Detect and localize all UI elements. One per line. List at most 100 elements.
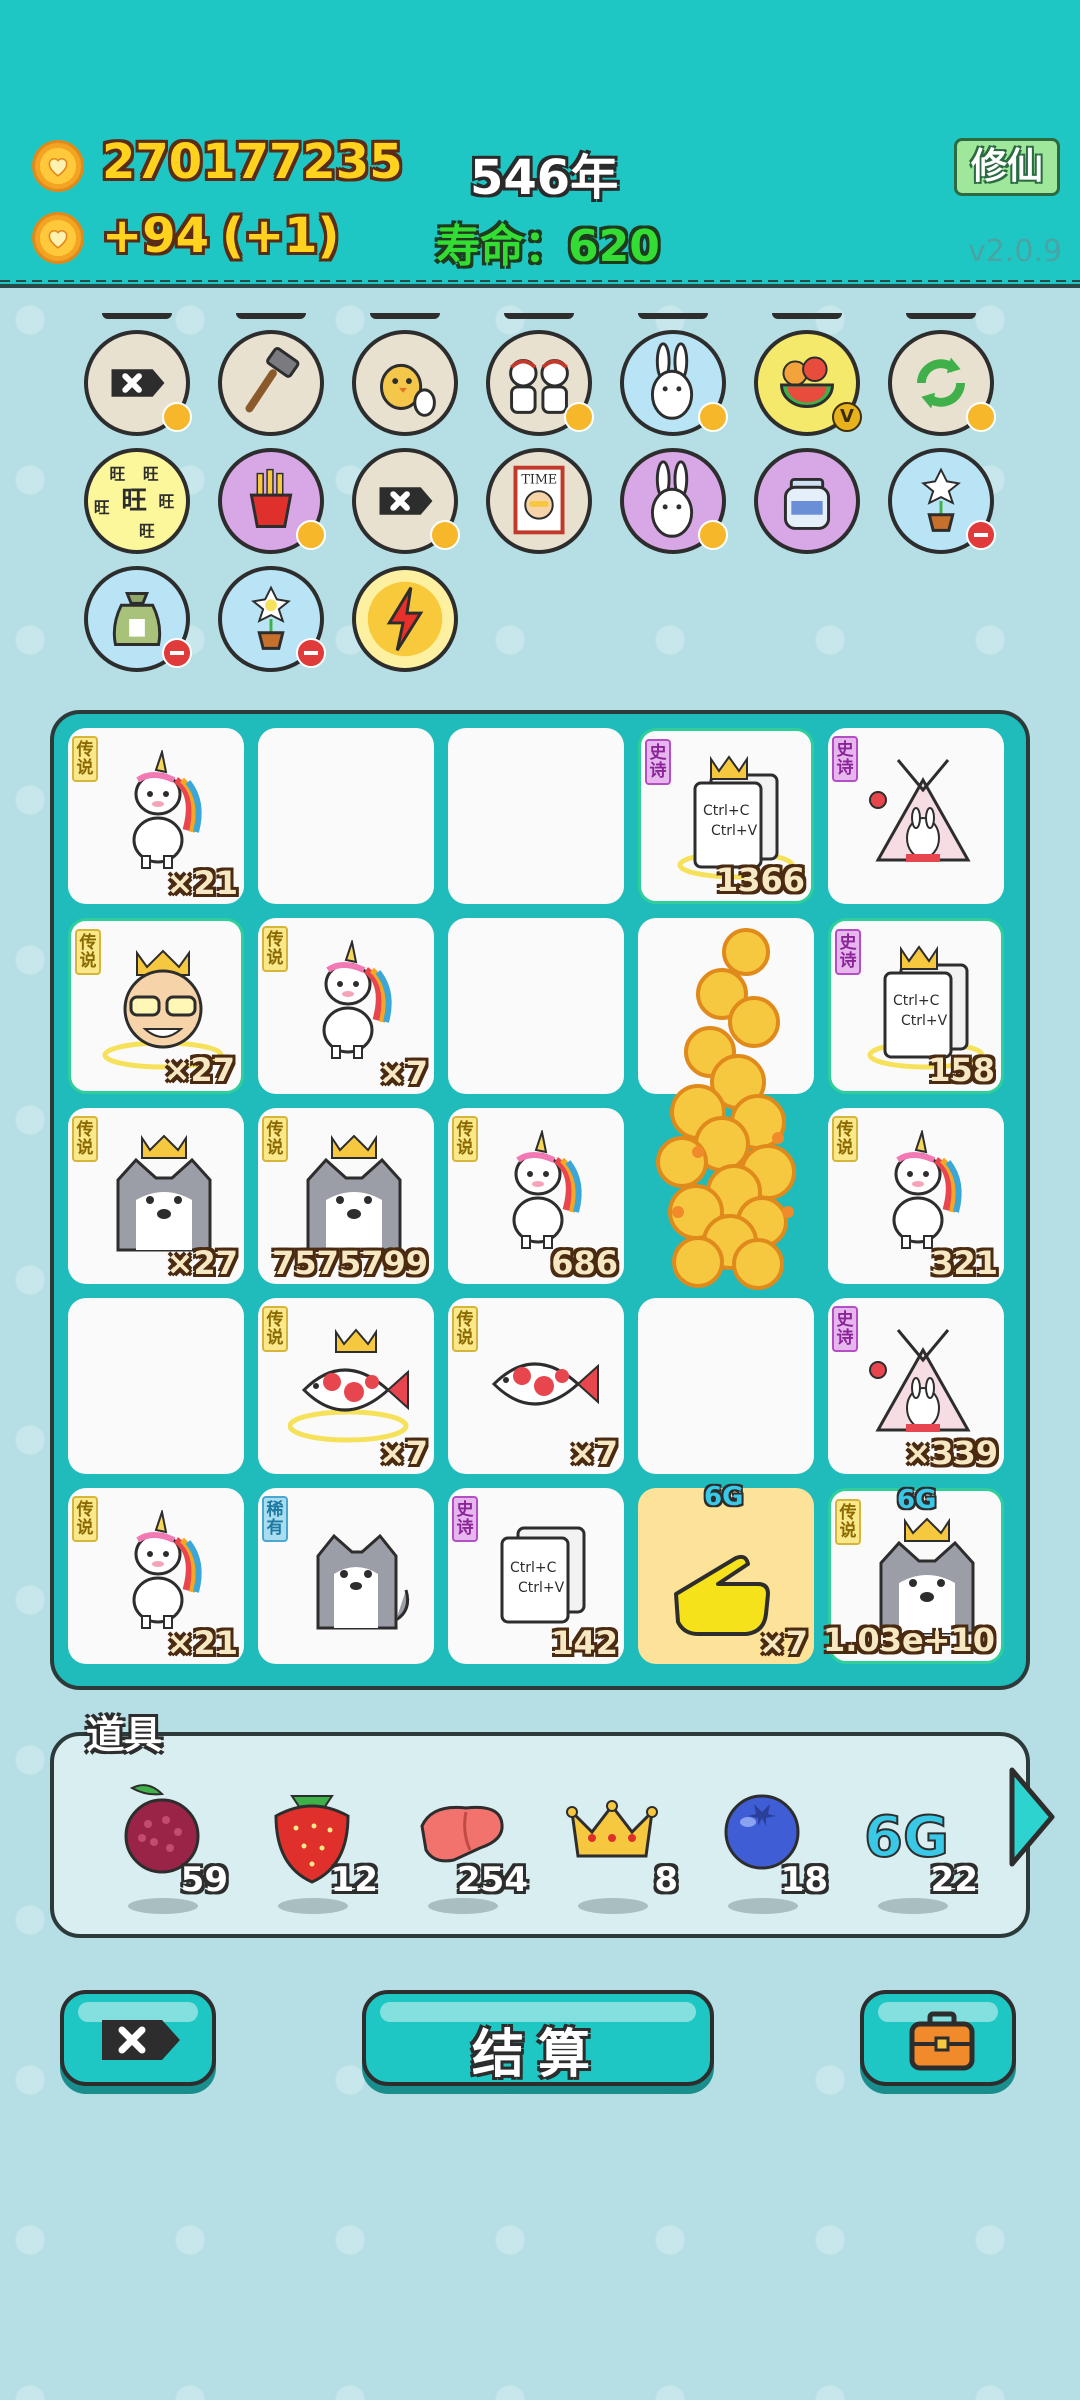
svg-text:Ctrl+C: Ctrl+C xyxy=(510,1560,557,1576)
skill-fruit-bowl[interactable]: V xyxy=(754,330,862,436)
prop-item[interactable]: 59 xyxy=(108,1756,228,1926)
board-cell[interactable]: Ctrl+C Ctrl+V 史诗 158 xyxy=(828,918,1004,1094)
skill-cross-tag[interactable] xyxy=(84,330,192,436)
board-cell[interactable]: 传说 321 xyxy=(828,1108,1004,1284)
xiuxian-button[interactable]: 修仙 xyxy=(954,138,1060,196)
header-divider xyxy=(0,280,1080,282)
wang-text-icon: 旺 旺 旺 旺 旺 旺 xyxy=(94,464,175,540)
scroll-right-arrow-icon[interactable] xyxy=(1004,1762,1060,1872)
skill-two-figures[interactable] xyxy=(486,330,594,436)
rarity-tag: 传说 xyxy=(72,1116,98,1162)
prop-count: 59 xyxy=(180,1860,228,1900)
board-cell[interactable]: Ctrl+C Ctrl+V 史诗 142 xyxy=(448,1488,624,1664)
prop-item[interactable]: 254 xyxy=(408,1756,528,1926)
rarity-tag: 传说 xyxy=(72,1496,98,1542)
wang-glyph: 旺 xyxy=(110,464,126,483)
crowned-husky-icon xyxy=(98,1130,228,1260)
income-coin-icon xyxy=(32,212,84,264)
lightning-icon xyxy=(367,581,443,657)
income-rate: +94 xyxy=(102,208,210,264)
board-cell[interactable] xyxy=(448,728,624,904)
unicorn-icon xyxy=(288,938,418,1070)
skill-jar[interactable] xyxy=(754,448,860,554)
settle-button[interactable]: 结算 xyxy=(362,1990,714,2086)
board-cell[interactable]: 传说 ×7 xyxy=(448,1298,624,1474)
top-status-bar: 270177235 +94 (+1) 546年 寿命：620 修仙 v2.0.9 xyxy=(0,0,1080,288)
lifespan: 寿命：620 xyxy=(436,210,660,274)
cell-count: ×21 xyxy=(166,1624,238,1662)
scrolled-skill-stub xyxy=(504,313,574,319)
svg-text:Ctrl+C: Ctrl+C xyxy=(893,993,940,1009)
cell-count: ×7 xyxy=(758,1624,808,1662)
board-cell[interactable]: Ctrl+C Ctrl+V 史诗 1366 xyxy=(638,728,814,904)
prop-count: 254 xyxy=(457,1860,528,1900)
rarity-tag: 传说 xyxy=(75,929,101,975)
board-cell[interactable] xyxy=(258,728,434,904)
board-cell[interactable]: 传说 7575799 xyxy=(258,1108,434,1284)
skill-flower-pot-2[interactable] xyxy=(218,566,326,672)
board-cell[interactable] xyxy=(448,918,624,1094)
board-cell[interactable]: 史诗 ×339 xyxy=(828,1298,1004,1474)
prop-item[interactable]: 18 xyxy=(708,1756,828,1926)
prop-item[interactable]: 8 xyxy=(558,1756,678,1926)
cell-count: ×27 xyxy=(163,1051,235,1089)
prop-shadow xyxy=(128,1898,198,1914)
rarity-tag: 史诗 xyxy=(832,736,858,782)
rarity-tag: 史诗 xyxy=(832,1306,858,1352)
prop-shadow xyxy=(278,1898,348,1914)
skill-rabbit[interactable] xyxy=(620,330,728,436)
wang-glyph: 旺 xyxy=(121,486,146,516)
board-cell[interactable]: 传说 686 xyxy=(448,1108,624,1284)
prop-item[interactable]: 12 xyxy=(258,1756,378,1926)
skill-fries[interactable] xyxy=(218,448,326,554)
skill-flower-pot[interactable] xyxy=(888,448,996,554)
board-cell[interactable]: 传说 ×21 xyxy=(68,728,244,904)
skill-lightning[interactable] xyxy=(352,566,458,672)
discard-button[interactable] xyxy=(60,1990,216,2086)
crowned-koi-icon xyxy=(287,1320,418,1450)
prop-item[interactable]: 6G 22 xyxy=(858,1756,978,1926)
skill-time[interactable]: TIME xyxy=(486,448,592,554)
skill-wang[interactable]: 旺 旺 旺 旺 旺 旺 xyxy=(84,448,190,554)
skill-chick[interactable] xyxy=(352,330,458,436)
cell-count: ×27 xyxy=(166,1244,238,1282)
board-cell[interactable]: 史诗 xyxy=(828,728,1004,904)
ctrl-cv-icon: Ctrl+C Ctrl+V xyxy=(478,1510,608,1640)
jar-icon xyxy=(783,477,831,530)
rarity-tag: 传说 xyxy=(262,926,288,972)
board-cell[interactable]: 6G ×7 xyxy=(638,1482,814,1664)
prop-count: 18 xyxy=(780,1860,828,1900)
props-panel: 59 12 254 8 18 6G 22 xyxy=(50,1732,1030,1938)
income-bonus: (+1) xyxy=(222,208,340,264)
board-cell[interactable]: 传说 ×27 xyxy=(68,918,244,1094)
prop-shadow xyxy=(578,1898,648,1914)
time-logo-text: TIME xyxy=(521,472,557,487)
svg-text:Ctrl+C: Ctrl+C xyxy=(703,803,750,819)
heart-badge-icon xyxy=(564,402,594,432)
skill-cross-tag-2[interactable] xyxy=(352,448,460,554)
board-cell[interactable]: 传说 ×7 xyxy=(258,918,434,1094)
bag-button[interactable] xyxy=(860,1990,1016,2086)
board-cell[interactable]: 传说 ×21 xyxy=(68,1488,244,1664)
lifespan-value: 620 xyxy=(568,221,660,272)
board-cell[interactable] xyxy=(68,1298,244,1474)
board-cell[interactable] xyxy=(638,928,814,1290)
minus-badge-icon xyxy=(162,638,192,668)
heart-badge-icon xyxy=(698,520,728,550)
rarity-tag: 史诗 xyxy=(452,1496,478,1542)
board-cell[interactable]: 稀有 xyxy=(258,1488,434,1664)
g-label: 6G xyxy=(704,1482,744,1512)
svg-text:Ctrl+V: Ctrl+V xyxy=(518,1580,565,1596)
board-cell[interactable]: 传说 ×7 xyxy=(258,1298,434,1474)
heart-badge-icon xyxy=(430,520,460,550)
board-cell[interactable]: 传说 ×27 xyxy=(68,1108,244,1284)
skill-money-bag[interactable] xyxy=(84,566,192,672)
skill-hammer[interactable] xyxy=(218,330,324,436)
heart-badge-icon xyxy=(698,402,728,432)
rabbit-tent-icon xyxy=(858,1320,988,1450)
board-cell[interactable]: 传说 6G 1.03e+10 xyxy=(823,1485,1004,1664)
cell-count: 1.03e+10 xyxy=(823,1621,995,1659)
cell-count: 321 xyxy=(931,1244,998,1282)
skill-rabbit-2[interactable] xyxy=(620,448,728,554)
skill-refresh[interactable] xyxy=(888,330,996,436)
